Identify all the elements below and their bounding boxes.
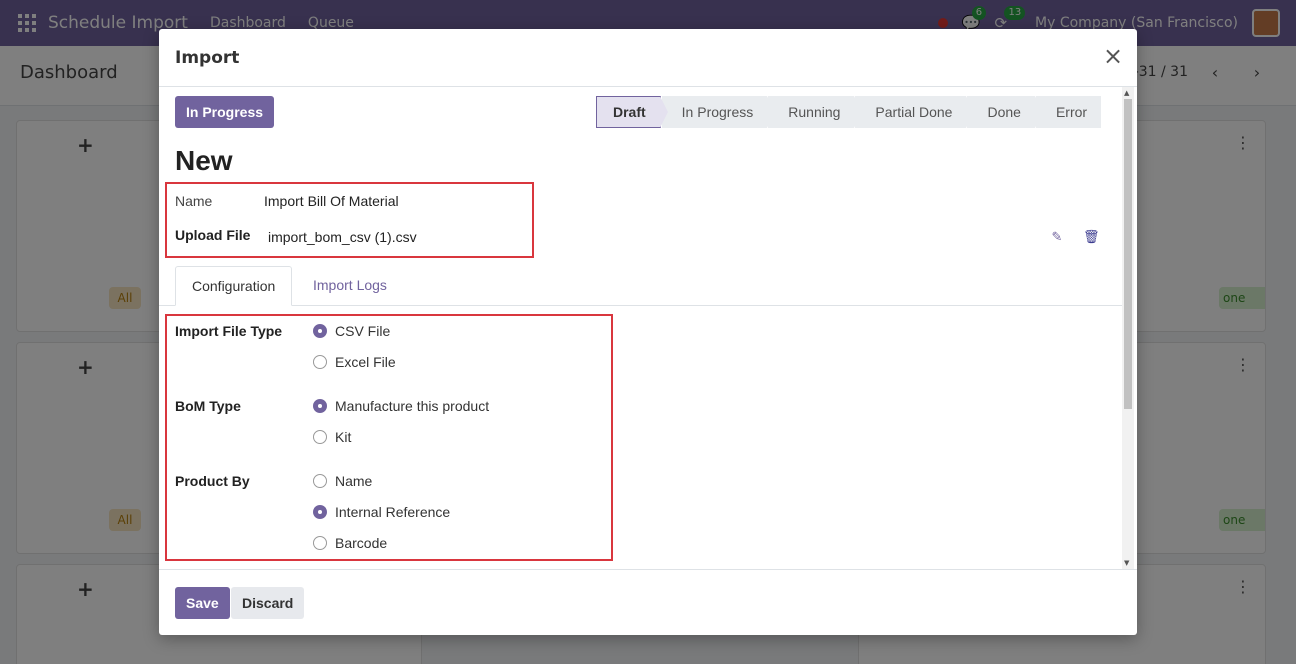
save-button[interactable]: Save bbox=[175, 587, 230, 619]
radio-circle[interactable] bbox=[313, 430, 327, 444]
stage-done[interactable]: Done bbox=[967, 96, 1044, 128]
radio-label: Internal Reference bbox=[335, 504, 451, 520]
highlight-box-configuration bbox=[165, 314, 613, 561]
name-field[interactable]: Import Bill Of Material bbox=[264, 193, 399, 209]
radio-circle[interactable] bbox=[313, 399, 327, 413]
radio-label: Excel File bbox=[335, 354, 396, 370]
radio-label: Barcode bbox=[335, 535, 388, 551]
close-icon[interactable]: × bbox=[1101, 44, 1125, 69]
stage-running[interactable]: Running bbox=[768, 96, 863, 128]
dialog-header: Import × bbox=[159, 29, 1137, 87]
tab-import-logs[interactable]: Import Logs bbox=[297, 266, 403, 306]
record-title: New bbox=[175, 145, 233, 176]
radio-csv-file[interactable]: CSV File bbox=[313, 323, 390, 339]
trash-icon[interactable]: 🗑 bbox=[1083, 230, 1100, 246]
dialog-title: Import bbox=[175, 48, 240, 68]
dialog-footer: Save Discard bbox=[159, 569, 1137, 635]
import-dialog: Import × In Progress Draft In Progress R… bbox=[159, 29, 1137, 635]
scrollbar-thumb[interactable] bbox=[1124, 99, 1132, 409]
notebook-tabs: Configuration Import Logs bbox=[159, 266, 1122, 306]
bom-type-label: BoM Type bbox=[175, 398, 241, 414]
in-progress-button[interactable]: In Progress bbox=[175, 96, 275, 128]
radio-internal-reference[interactable]: Internal Reference bbox=[313, 504, 450, 520]
stage-statusbar: Draft In Progress Running Partial Done D… bbox=[596, 96, 1102, 128]
radio-circle[interactable] bbox=[313, 536, 327, 550]
stage-in-progress[interactable]: In Progress bbox=[661, 96, 775, 128]
stage-draft[interactable]: Draft bbox=[596, 96, 668, 128]
upload-file-name[interactable]: import_bom_csv (1).csv bbox=[268, 229, 417, 245]
product-by-label: Product By bbox=[175, 473, 250, 489]
radio-barcode[interactable]: Barcode bbox=[313, 535, 387, 551]
radio-circle[interactable] bbox=[313, 474, 327, 488]
radio-label: Kit bbox=[335, 429, 352, 445]
radio-name[interactable]: Name bbox=[313, 473, 372, 489]
radio-label: CSV File bbox=[335, 323, 391, 339]
radio-circle[interactable] bbox=[313, 355, 327, 369]
dialog-scrollbar[interactable]: ▲ ▼ bbox=[1122, 87, 1134, 569]
radio-kit[interactable]: Kit bbox=[313, 429, 351, 445]
radio-label: Manufacture this product bbox=[335, 398, 490, 414]
radio-label: Name bbox=[335, 473, 373, 489]
stage-error[interactable]: Error bbox=[1035, 96, 1102, 128]
scroll-up-arrow-icon[interactable]: ▲ bbox=[1124, 89, 1129, 97]
discard-button[interactable]: Discard bbox=[231, 587, 305, 619]
dialog-body: In Progress Draft In Progress Running Pa… bbox=[159, 87, 1137, 569]
scroll-down-arrow-icon[interactable]: ▼ bbox=[1124, 559, 1129, 567]
edit-pencil-icon[interactable]: ✎ bbox=[1049, 230, 1065, 246]
radio-excel-file[interactable]: Excel File bbox=[313, 354, 396, 370]
name-label: Name bbox=[175, 193, 213, 209]
radio-circle[interactable] bbox=[313, 324, 327, 338]
upload-file-label: Upload File bbox=[175, 227, 251, 243]
radio-manufacture-product[interactable]: Manufacture this product bbox=[313, 398, 489, 414]
import-file-type-label: Import File Type bbox=[175, 323, 283, 339]
stage-partial-done[interactable]: Partial Done bbox=[855, 96, 975, 128]
tab-configuration[interactable]: Configuration bbox=[175, 266, 293, 306]
radio-circle[interactable] bbox=[313, 505, 327, 519]
